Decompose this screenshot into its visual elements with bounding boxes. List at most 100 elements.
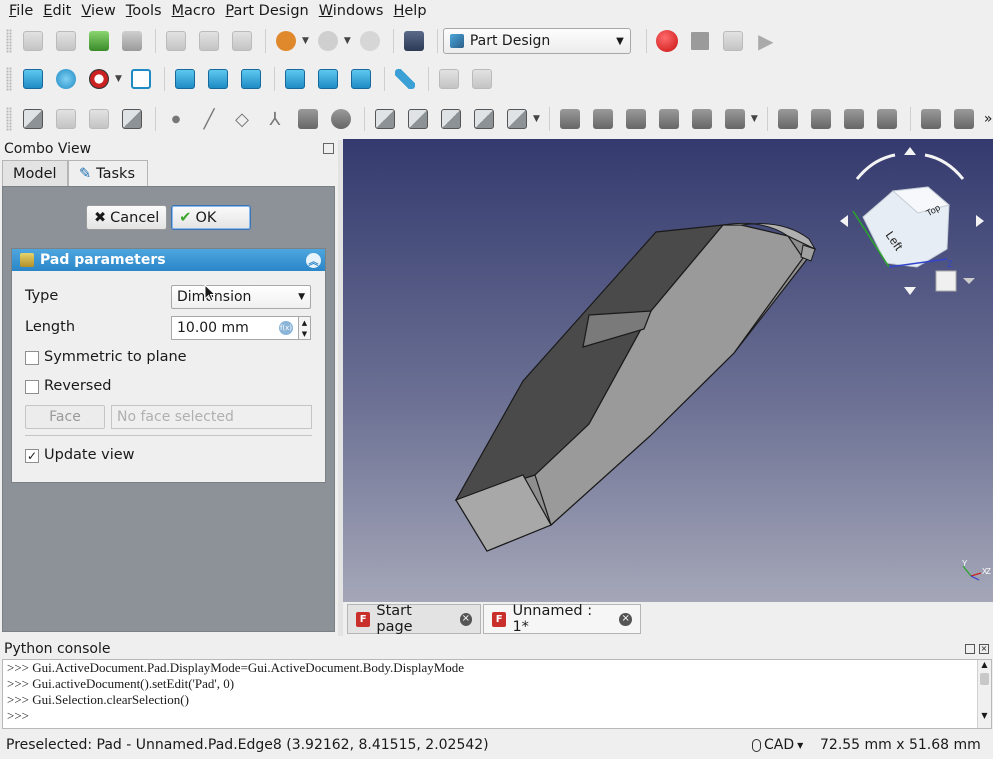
python-console[interactable]: >>> Gui.ActiveDocument.Pad.DisplayMode=G… bbox=[2, 659, 992, 729]
symmetric-checkbox[interactable] bbox=[25, 351, 39, 365]
datum-point-button[interactable]: ● bbox=[161, 104, 191, 134]
3d-model[interactable]: Left Top Z Y X Z bbox=[343, 139, 993, 602]
toolbar-grip[interactable] bbox=[6, 29, 12, 53]
update-view-checkbox[interactable]: ✓ bbox=[25, 449, 39, 463]
menu-file[interactable]: File bbox=[4, 0, 38, 22]
expression-icon[interactable]: f(x) bbox=[279, 321, 293, 335]
record-macro-button[interactable] bbox=[652, 26, 682, 56]
additive-primitive-button[interactable] bbox=[502, 104, 532, 134]
left-view-button[interactable] bbox=[346, 64, 376, 94]
fit-selection-button[interactable] bbox=[51, 64, 81, 94]
sub-shape-binder-button[interactable] bbox=[293, 104, 323, 134]
datum-plane-button[interactable]: ◇ bbox=[227, 104, 257, 134]
subtractive-loft-button[interactable] bbox=[654, 104, 684, 134]
create-part-button[interactable] bbox=[434, 64, 464, 94]
fillet-button[interactable] bbox=[916, 104, 946, 134]
top-view-button[interactable] bbox=[203, 64, 233, 94]
console-scrollbar[interactable]: ▲ ▼ bbox=[977, 660, 991, 728]
draw-style-dropdown-icon[interactable]: ▼ bbox=[115, 74, 122, 84]
collapse-icon[interactable]: ︽ bbox=[306, 252, 321, 268]
edit-macro-button[interactable] bbox=[718, 26, 748, 56]
whats-this-button[interactable] bbox=[399, 26, 429, 56]
subtractive-pipe-button[interactable] bbox=[687, 104, 717, 134]
front-view-button[interactable] bbox=[170, 64, 200, 94]
scroll-up-icon[interactable]: ▲ bbox=[978, 660, 991, 669]
draw-style-button[interactable] bbox=[84, 64, 114, 94]
3d-view[interactable]: Left Top Z Y X Z bbox=[343, 139, 993, 602]
menu-tools[interactable]: Tools bbox=[121, 0, 167, 22]
length-spinner[interactable]: ▲ ▼ bbox=[299, 316, 311, 340]
run-macro-button[interactable]: ▶ bbox=[751, 26, 781, 56]
menu-help[interactable]: Help bbox=[388, 0, 431, 22]
redo-button[interactable] bbox=[313, 26, 343, 56]
subtractive-primitive-button[interactable] bbox=[720, 104, 750, 134]
paste-button[interactable] bbox=[227, 26, 257, 56]
pipe-button[interactable] bbox=[469, 104, 499, 134]
chamfer-button[interactable] bbox=[949, 104, 979, 134]
clone-button[interactable] bbox=[117, 104, 147, 134]
type-dropdown[interactable]: Dimension ▼ bbox=[171, 285, 311, 309]
linear-pattern-button[interactable] bbox=[806, 104, 836, 134]
right-view-button[interactable] bbox=[236, 64, 266, 94]
subtractive-dropdown-icon[interactable]: ▼ bbox=[751, 114, 758, 124]
undo-button[interactable] bbox=[271, 26, 301, 56]
local-cs-button[interactable]: ⅄ bbox=[260, 104, 290, 134]
scroll-down-icon[interactable]: ▼ bbox=[978, 711, 991, 720]
undo-dropdown-icon[interactable]: ▼ bbox=[302, 36, 309, 46]
spin-up-icon[interactable]: ▲ bbox=[302, 319, 307, 327]
reversed-checkbox[interactable] bbox=[25, 380, 39, 394]
create-body-button[interactable] bbox=[18, 104, 48, 134]
menu-part-design[interactable]: Part Design bbox=[220, 0, 313, 22]
navigation-cube[interactable] bbox=[840, 147, 984, 295]
navigation-style-selector[interactable]: CAD ▼ bbox=[752, 737, 803, 753]
scroll-thumb[interactable] bbox=[980, 673, 989, 685]
stop-macro-button[interactable] bbox=[685, 26, 715, 56]
spin-down-icon[interactable]: ▼ bbox=[302, 330, 307, 338]
pocket-button[interactable] bbox=[555, 104, 585, 134]
toolbar-overflow-icon[interactable]: » bbox=[984, 111, 993, 127]
menu-windows[interactable]: Windows bbox=[314, 0, 389, 22]
face-button[interactable]: Face bbox=[25, 405, 105, 429]
bottom-view-button[interactable] bbox=[313, 64, 343, 94]
create-sketch-button[interactable] bbox=[51, 104, 81, 134]
fit-all-button[interactable] bbox=[18, 64, 48, 94]
loft-button[interactable] bbox=[436, 104, 466, 134]
undock-icon[interactable] bbox=[965, 644, 975, 654]
close-tab-icon[interactable]: × bbox=[619, 612, 632, 626]
additive-dropdown-icon[interactable]: ▼ bbox=[533, 114, 540, 124]
toolbar-grip[interactable] bbox=[6, 107, 12, 131]
hole-button[interactable] bbox=[588, 104, 618, 134]
close-icon[interactable]: × bbox=[979, 644, 989, 654]
pad-parameters-header[interactable]: Pad parameters ︽ bbox=[12, 249, 325, 271]
datum-line-button[interactable]: ╱ bbox=[194, 104, 224, 134]
tab-start-page[interactable]: F Start page × bbox=[347, 603, 481, 635]
isometric-view-button[interactable] bbox=[126, 64, 156, 94]
ok-button[interactable]: ✔ OK bbox=[171, 205, 252, 230]
close-tab-icon[interactable]: × bbox=[459, 612, 472, 626]
measure-button[interactable] bbox=[390, 64, 420, 94]
undock-icon[interactable] bbox=[323, 143, 334, 154]
refresh-button[interactable] bbox=[355, 26, 385, 56]
redo-dropdown-icon[interactable]: ▼ bbox=[344, 36, 351, 46]
save-button[interactable] bbox=[84, 26, 114, 56]
groove-button[interactable] bbox=[621, 104, 651, 134]
cut-button[interactable] bbox=[161, 26, 191, 56]
cancel-button[interactable]: ✖ Cancel bbox=[86, 205, 168, 230]
menu-edit[interactable]: Edit bbox=[38, 0, 76, 22]
tab-tasks[interactable]: ✎ Tasks bbox=[68, 160, 148, 187]
rear-view-button[interactable] bbox=[280, 64, 310, 94]
tab-unnamed[interactable]: F Unnamed : 1* × bbox=[483, 603, 641, 635]
multi-transform-button[interactable] bbox=[872, 104, 902, 134]
console-input-line[interactable]: >>> bbox=[7, 708, 991, 724]
gear-button[interactable] bbox=[326, 104, 356, 134]
pad-button[interactable] bbox=[370, 104, 400, 134]
menu-macro[interactable]: Macro bbox=[167, 0, 221, 22]
face-input[interactable]: No face selected bbox=[111, 405, 312, 429]
polar-pattern-button[interactable] bbox=[839, 104, 869, 134]
toolbar-grip[interactable] bbox=[6, 67, 12, 91]
copy-button[interactable] bbox=[194, 26, 224, 56]
shape-binder-button[interactable] bbox=[84, 104, 114, 134]
print-button[interactable] bbox=[117, 26, 147, 56]
open-button[interactable] bbox=[51, 26, 81, 56]
tab-model[interactable]: Model bbox=[2, 160, 68, 186]
